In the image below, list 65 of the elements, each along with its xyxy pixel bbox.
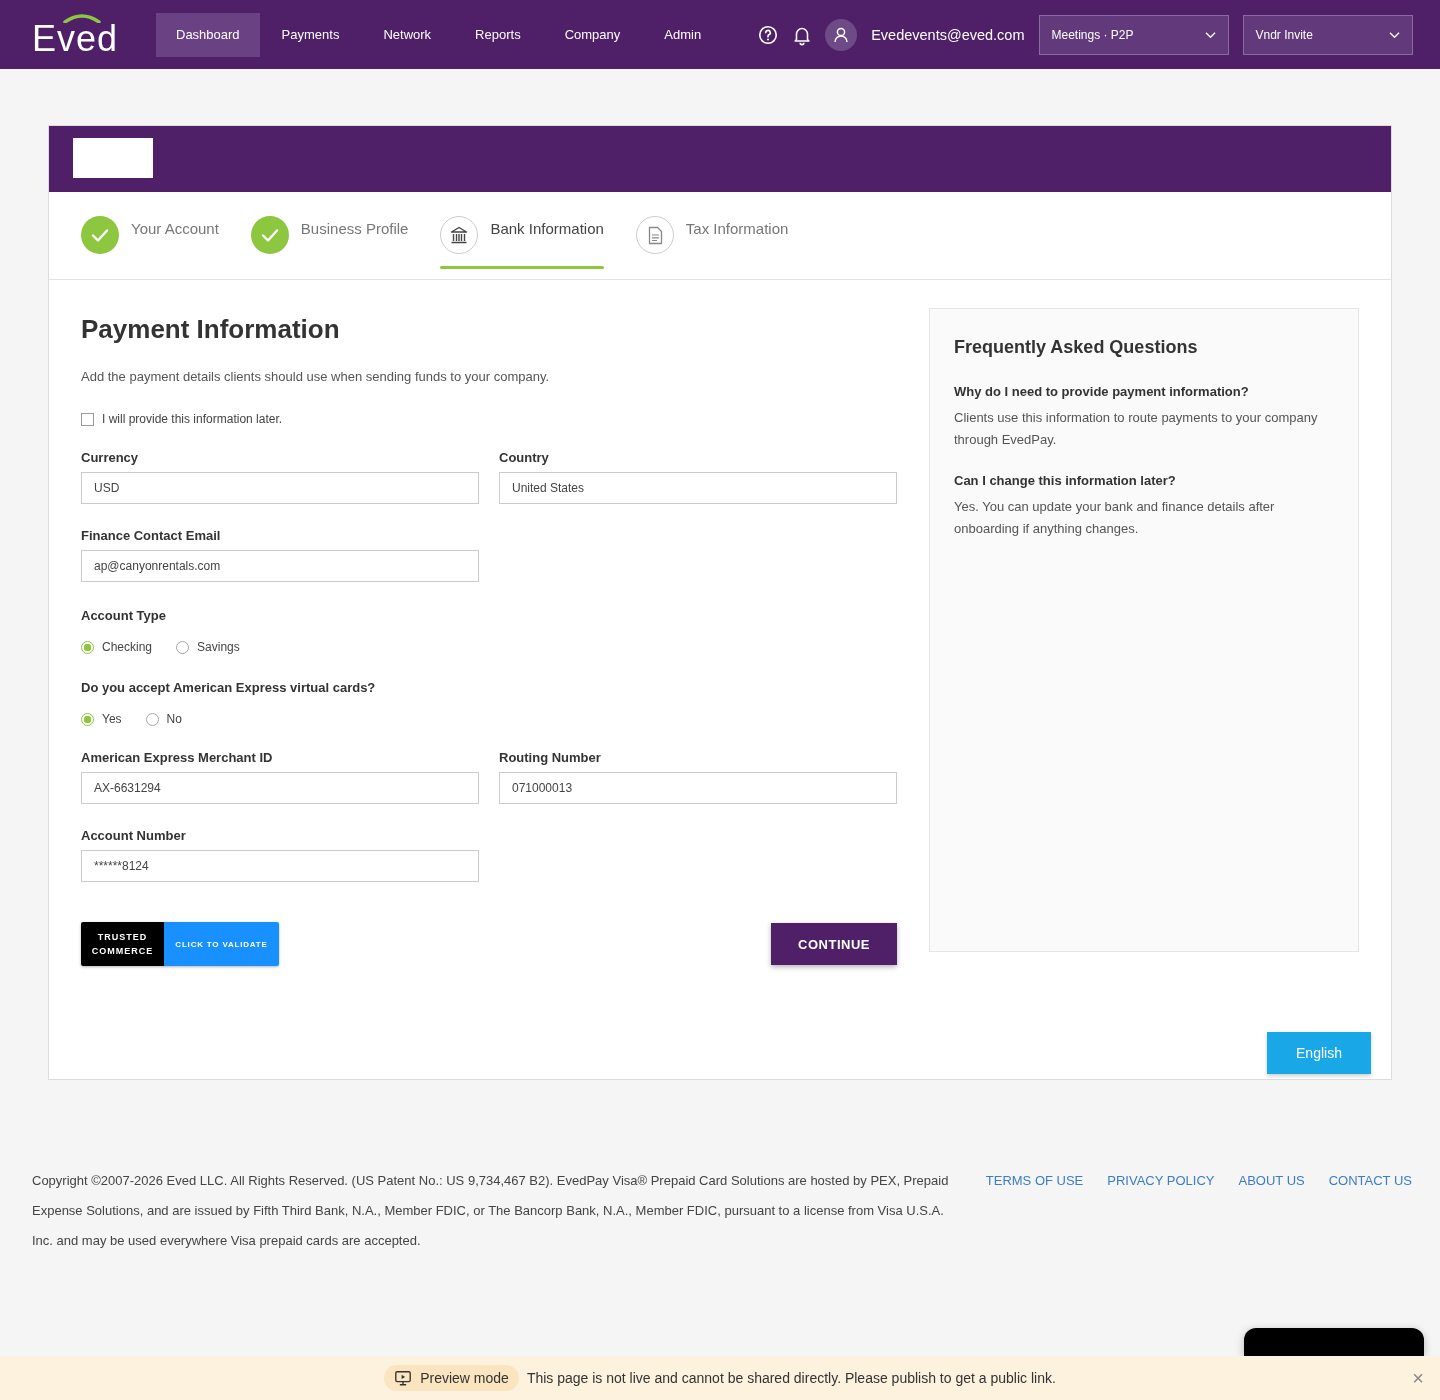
radio-button[interactable] bbox=[81, 712, 94, 726]
footer-link[interactable]: TERMS OF USE bbox=[985, 1166, 1084, 1256]
step-tab[interactable]: Business Profile bbox=[250, 192, 409, 279]
input-field[interactable]: USD bbox=[81, 472, 479, 504]
help-icon[interactable] bbox=[757, 23, 780, 46]
chevron-down-icon bbox=[1204, 30, 1216, 39]
check-circle-icon bbox=[250, 216, 289, 254]
nav-tab[interactable]: Network bbox=[361, 12, 454, 57]
radio-label: Yes bbox=[102, 712, 122, 726]
copyright-text: Copyright ©2007-2026 Eved LLC. All Rights Reserved. (US Patent No.: US 9,734,467 B2). EvedPay Visa® Prepaid Card Solutions are hosted by PEX, Prepaid Expense Solutions, and are issued by Fifth Third Bank, N.A., Member FDIC, or The Bancorp Bank, N.A., Member FDIC, pursuant to a license from Visa U.S.A. Inc. and may be used everywhere Visa prepaid cards are accepted. bbox=[32, 1172, 950, 1250]
field-label: Routing Number bbox=[499, 750, 602, 765]
footer-link[interactable]: CONTACT US bbox=[1328, 1166, 1412, 1256]
field-label: American Express Merchant ID bbox=[81, 750, 274, 765]
field-label: Country bbox=[499, 450, 550, 465]
logo-arc-icon bbox=[62, 12, 102, 23]
input-field[interactable]: ******8124 bbox=[81, 850, 479, 882]
badge-brand-text: TRUSTED COMMERCE bbox=[81, 922, 164, 966]
input-field[interactable]: ap@canyonrentals.com bbox=[81, 550, 479, 582]
dropdown-select[interactable]: Vndr Invite bbox=[1242, 14, 1413, 55]
footer-link[interactable]: PRIVACY POLICY bbox=[1107, 1166, 1215, 1256]
preview-badge: Preview mode bbox=[384, 1365, 519, 1391]
radio-button[interactable] bbox=[176, 640, 190, 654]
monitor-icon bbox=[394, 1369, 413, 1387]
trusted-commerce-badge[interactable]: TRUSTED COMMERCE CLICK TO VALIDATE bbox=[81, 922, 279, 966]
dropdown-select[interactable]: Meetings · P2P bbox=[1038, 14, 1229, 55]
input-field[interactable]: United States bbox=[499, 472, 897, 504]
preview-message: This page is not live and cannot be shared directly. Please publish to get a public link. bbox=[526, 1370, 1056, 1386]
step-tab[interactable]: Tax Information bbox=[635, 192, 789, 279]
document-icon bbox=[635, 216, 674, 254]
field-label: Finance Contact Email bbox=[81, 528, 222, 543]
faq-question: Why do I need to provide payment information? bbox=[954, 384, 1250, 399]
chevron-down-icon bbox=[1388, 30, 1400, 39]
faq-question: Can I change this information later? bbox=[954, 473, 1177, 488]
user-email[interactable]: Evedevents@eved.com bbox=[871, 26, 1025, 43]
faq-answer: Yes. You can update your bank and finance details after onboarding if anything changes. bbox=[954, 498, 1276, 538]
faq-answer: Clients use this information to route payments to your company through EvedPay. bbox=[954, 409, 1319, 449]
footer-link[interactable]: ABOUT US bbox=[1238, 1166, 1305, 1256]
nav-tab[interactable]: Admin bbox=[642, 12, 724, 57]
checkbox[interactable] bbox=[81, 412, 94, 426]
logo[interactable]: Eved bbox=[32, 12, 140, 57]
check-circle-icon bbox=[81, 216, 119, 254]
radio-button[interactable] bbox=[81, 640, 94, 654]
step-tab[interactable]: Bank Information bbox=[440, 192, 604, 279]
field-label: Account Number bbox=[81, 828, 187, 843]
nav-tab[interactable]: Reports bbox=[453, 12, 543, 57]
radio-label: Savings bbox=[197, 640, 240, 654]
field-label: Account Type bbox=[81, 608, 166, 623]
step-tab[interactable]: Your Account bbox=[81, 192, 219, 279]
avatar-icon[interactable] bbox=[825, 18, 858, 51]
field-label: Currency bbox=[81, 450, 140, 465]
nav-tab[interactable]: Dashboard bbox=[156, 12, 260, 57]
nav-tab[interactable]: Payments bbox=[259, 12, 362, 57]
radio-label: Checking bbox=[102, 640, 153, 654]
radio-label: No bbox=[166, 712, 182, 726]
description: Add the payment details clients should use when sending funds to your company. bbox=[81, 369, 551, 384]
checkbox-label: I will provide this information later. bbox=[102, 412, 283, 426]
input-field[interactable]: AX-6631294 bbox=[81, 772, 479, 804]
field-label: Do you accept American Express virtual cards? bbox=[81, 680, 376, 695]
nav-tab[interactable]: Company bbox=[542, 12, 643, 57]
faq-title: Frequently Asked Questions bbox=[954, 337, 1199, 358]
input-field[interactable]: 071000013 bbox=[499, 772, 897, 804]
continue-button[interactable]: CONTINUE bbox=[771, 923, 897, 965]
bank-icon bbox=[440, 216, 479, 254]
section-title: Payment Information bbox=[81, 314, 341, 345]
radio-button[interactable] bbox=[145, 712, 159, 726]
